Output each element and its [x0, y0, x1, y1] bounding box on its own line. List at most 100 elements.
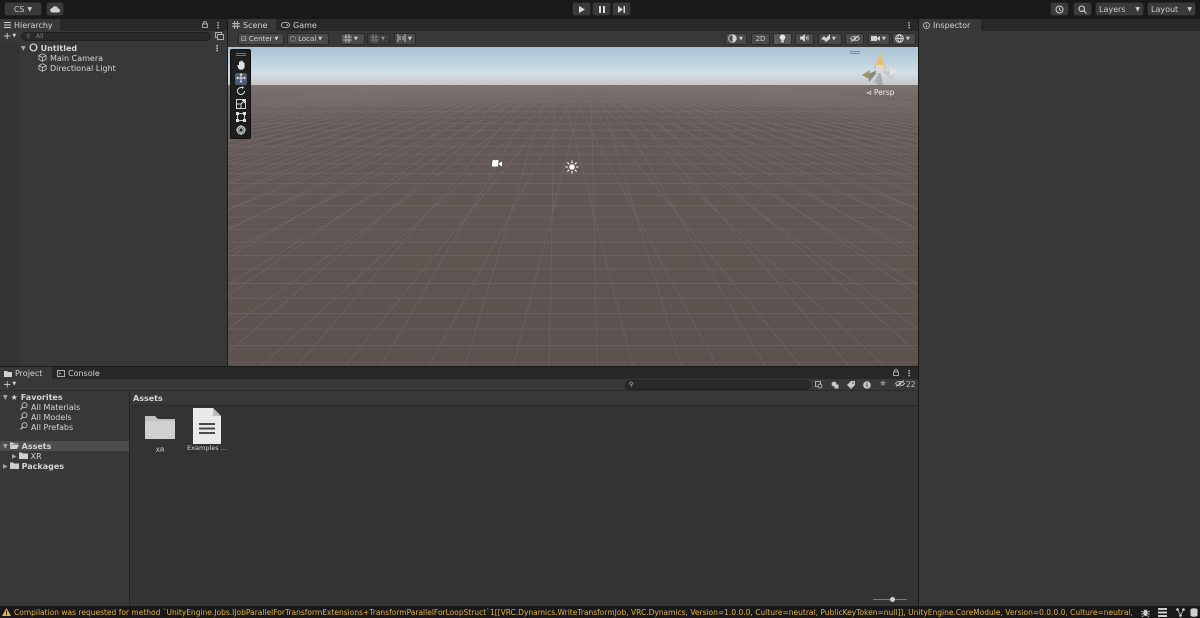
gizmo-menu-icon[interactable] [850, 51, 860, 54]
shading-mode-dropdown[interactable]: ▼ [725, 33, 747, 45]
hidden-packages-toggle[interactable]: 22 [895, 380, 916, 389]
history-button[interactable] [1050, 2, 1069, 16]
expand-arrow-icon[interactable]: ▼ [3, 443, 8, 450]
layers-dropdown[interactable]: Layers ▼ [1095, 2, 1144, 16]
cloud-button[interactable] [46, 2, 64, 16]
hierarchy-item-main-camera[interactable]: Main Camera [38, 52, 103, 63]
breadcrumb-item[interactable]: Assets [133, 394, 163, 403]
expand-arrow-icon[interactable]: ▼ [21, 45, 26, 52]
favorite-item-all-materials[interactable]: All Materials [20, 402, 80, 412]
search-by-type-icon[interactable] [815, 381, 823, 391]
project-asset-grid: Assets XR Examples ... [131, 392, 918, 606]
tab-hierarchy[interactable]: Hierarchy [0, 19, 60, 31]
favorites-label: Favorites [20, 392, 63, 402]
search-by-label-icon[interactable] [831, 381, 839, 391]
light-gizmo-icon[interactable] [565, 160, 579, 176]
hand-tool-button[interactable] [235, 60, 247, 72]
rotate-tool-button[interactable] [235, 86, 247, 98]
debug-bug-icon[interactable] [1140, 608, 1151, 618]
more-menu-icon[interactable]: ⋮ [213, 44, 221, 53]
icon-size-slider[interactable] [873, 597, 907, 603]
lock-icon[interactable] [202, 20, 208, 30]
orientation-gizmo[interactable]: ⊲ Persp [850, 49, 916, 101]
favorite-item-all-models[interactable]: All Models [20, 412, 72, 422]
step-button[interactable] [612, 2, 631, 16]
star-icon[interactable]: ★ [879, 379, 887, 389]
scene-toolbar: ⊡ Center ▼ ⬡ Local ▼ ▼ ▼ ▼ ▼ 2D ▼ ▼ ▼ [228, 31, 918, 47]
folder-icon [9, 462, 19, 471]
rect-tool-button[interactable] [235, 112, 247, 124]
status-bar[interactable]: Compilation was requested for method `Un… [0, 606, 1200, 618]
asset-item-xr-folder[interactable]: XR [138, 414, 182, 464]
drag-handle[interactable] [236, 53, 246, 56]
packages-row[interactable]: ▶ Packages [3, 461, 64, 471]
scene-visibility-toggle[interactable] [845, 33, 864, 45]
pause-button[interactable] [592, 2, 611, 16]
tab-scene[interactable]: Scene [228, 19, 276, 31]
search-placeholder: All [36, 33, 44, 40]
hierarchy-item-label: Directional Light [50, 63, 116, 73]
search-icon [20, 402, 28, 412]
transform-tool-button[interactable] [235, 125, 247, 137]
tag-icon[interactable] [847, 381, 855, 391]
expand-arrow-icon[interactable]: ▶ [3, 463, 8, 470]
layout-dropdown[interactable]: Layout ▼ [1147, 2, 1196, 16]
expand-arrow-icon[interactable]: ▼ [3, 394, 8, 401]
assets-row[interactable]: ▼ Assets [0, 441, 129, 451]
layout-label: Layout [1151, 4, 1179, 14]
tab-console[interactable]: Console [53, 367, 105, 379]
camera-gizmo-icon[interactable] [491, 159, 503, 170]
toggle-2d-button[interactable]: 2D [751, 33, 770, 45]
favorite-item-all-prefabs[interactable]: All Prefabs [20, 422, 73, 432]
lighting-toggle[interactable] [773, 33, 792, 45]
move-arrows-icon [236, 73, 246, 85]
slider-thumb[interactable] [890, 597, 895, 602]
hierarchy-search-input[interactable]: ⚲ All [21, 32, 211, 41]
filter-scene-icon[interactable] [215, 32, 224, 42]
progress-list-icon[interactable] [1158, 608, 1167, 618]
play-button[interactable] [572, 2, 591, 16]
lock-icon[interactable] [893, 368, 899, 378]
network-icon[interactable] [1176, 608, 1185, 618]
camera-settings-dropdown[interactable]: ▼ [868, 33, 890, 45]
effects-dropdown[interactable]: ▼ [818, 33, 842, 45]
chevron-down-icon: ▼ [27, 5, 33, 13]
scene-row[interactable]: ▼ Untitled ⋮ [21, 43, 227, 53]
project-search-input[interactable]: ⚲ [625, 380, 811, 390]
folder-item-xr[interactable]: ▶ XR [12, 451, 42, 461]
folder-icon [4, 370, 12, 377]
effects-icon [821, 34, 830, 44]
info-icon[interactable] [863, 381, 871, 391]
favorite-label: All Models [31, 412, 72, 422]
scale-tool-button[interactable] [235, 99, 247, 111]
camera-icon [871, 35, 880, 44]
more-menu-icon[interactable]: ⋮ [214, 21, 222, 30]
asset-item-examples-document[interactable]: Examples ... [185, 408, 229, 464]
pivot-mode-dropdown[interactable]: ⊡ Center ▼ [238, 33, 284, 45]
chevron-down-icon: ▼ [318, 36, 323, 42]
create-dropdown[interactable]: +▼ [3, 379, 16, 391]
create-dropdown[interactable]: +▼ [3, 31, 16, 42]
tab-game[interactable]: Game [277, 19, 321, 31]
move-tool-button[interactable] [235, 73, 247, 85]
expand-arrow-icon[interactable]: ▶ [12, 453, 17, 460]
gizmos-dropdown[interactable]: ▼ [892, 33, 916, 45]
more-menu-icon[interactable]: ⋮ [905, 369, 913, 378]
hierarchy-item-directional-light[interactable]: Directional Light [38, 62, 116, 73]
grid-snapping-button[interactable]: ▼ [340, 33, 365, 45]
assets-label: Assets [21, 441, 52, 451]
pivot-space-dropdown[interactable]: ⬡ Local ▼ [287, 33, 329, 45]
scene-viewport[interactable]: ⊲ Persp [228, 47, 918, 366]
audio-toggle[interactable] [795, 33, 814, 45]
tab-project[interactable]: Project [0, 367, 52, 379]
cache-server-icon[interactable] [1190, 608, 1198, 618]
more-menu-icon[interactable]: ⋮ [905, 21, 913, 30]
hierarchy-tree: ▼ Untitled ⋮ Main Camera Directional Lig… [0, 43, 227, 366]
projection-label-row[interactable]: ⊲ Persp [866, 88, 895, 97]
incremental-snap-button[interactable]: ▼ [367, 33, 390, 45]
favorites-row[interactable]: ▼ ★ Favorites [3, 392, 63, 402]
search-button[interactable] [1073, 2, 1092, 16]
align-tools-button[interactable]: ▼ [394, 33, 416, 45]
tab-inspector[interactable]: Inspector [919, 19, 981, 31]
account-dropdown[interactable]: CS ▼ [4, 2, 42, 16]
